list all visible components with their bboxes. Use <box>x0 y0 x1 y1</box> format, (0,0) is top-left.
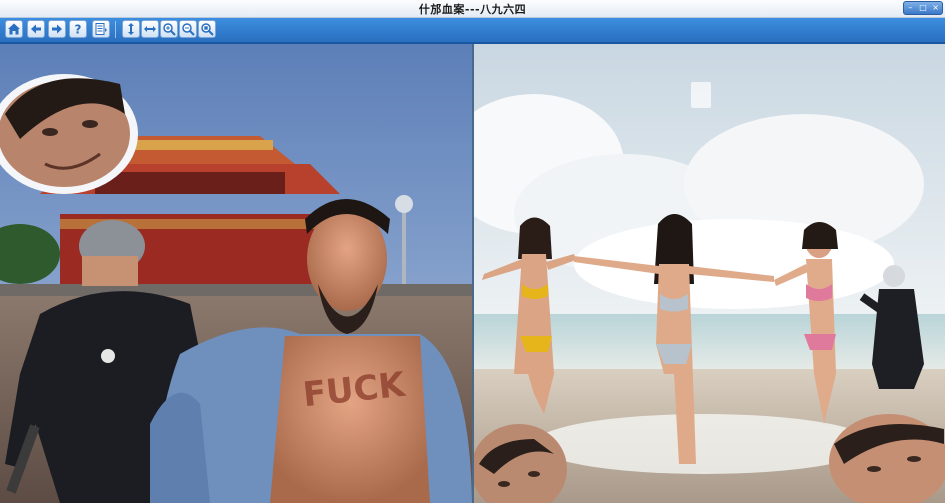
minimize-icon[interactable]: – <box>906 4 914 12</box>
fit-width-button[interactable] <box>141 20 159 38</box>
fit-width-icon <box>144 26 156 32</box>
image-viewer[interactable]: FUCK <box>0 44 945 503</box>
beach-collage <box>474 44 945 503</box>
zoom-out-button[interactable] <box>179 20 197 38</box>
forward-arrow-icon <box>52 24 62 34</box>
home-icon <box>8 23 20 35</box>
close-icon[interactable]: × <box>932 4 940 12</box>
help-icon: ? <box>75 23 82 37</box>
title-bar: 什邡血案---八九六四 – □ × <box>0 0 945 18</box>
right-page-image <box>474 44 945 503</box>
page-list-icon <box>95 23 107 35</box>
tiananmen-collage: FUCK <box>0 44 472 503</box>
help-button[interactable]: ? <box>69 20 87 38</box>
window-controls[interactable]: – □ × <box>903 1 943 15</box>
zoom-out-icon <box>182 23 195 36</box>
zoom-in-button[interactable] <box>160 20 178 38</box>
home-button[interactable] <box>5 20 23 38</box>
toolbar: ? <box>0 18 945 44</box>
back-button[interactable] <box>27 20 45 38</box>
back-arrow-icon <box>31 24 41 34</box>
maximize-icon[interactable]: □ <box>919 4 927 12</box>
fit-height-button[interactable] <box>122 20 140 38</box>
left-page-image: FUCK <box>0 44 472 503</box>
svg-text:?: ? <box>75 23 82 37</box>
zoom-actual-icon <box>201 23 214 36</box>
page-list-button[interactable] <box>92 20 110 38</box>
fit-height-icon <box>128 23 134 35</box>
zoom-actual-button[interactable] <box>198 20 216 38</box>
zoom-in-icon <box>163 23 176 36</box>
toolbar-separator <box>115 21 116 38</box>
window-title: 什邡血案---八九六四 <box>418 3 527 16</box>
forward-button[interactable] <box>48 20 66 38</box>
